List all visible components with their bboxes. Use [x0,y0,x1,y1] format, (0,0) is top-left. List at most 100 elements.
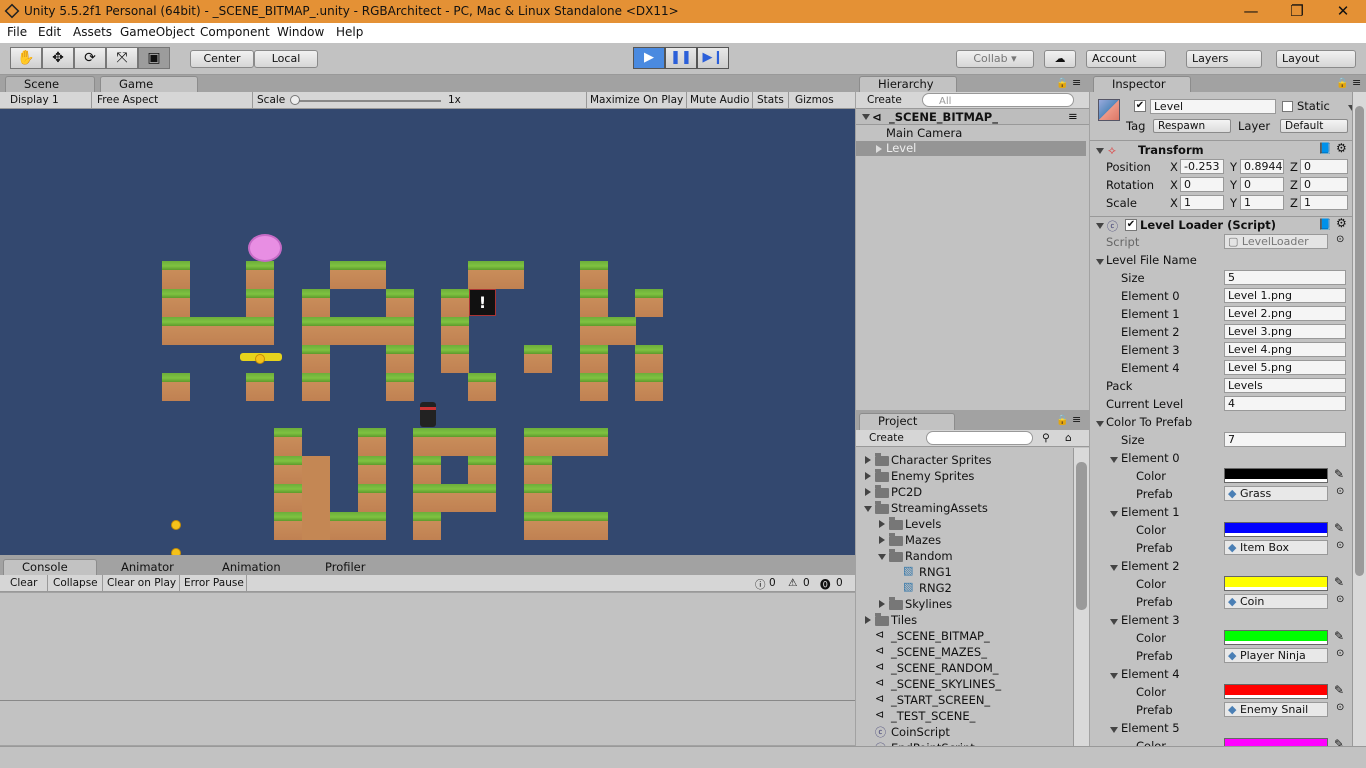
gear-icon[interactable]: ⚙ [1336,141,1347,155]
info-icon[interactable]: ⓘ [755,577,766,592]
field-input[interactable]: Levels [1224,378,1346,393]
field-input[interactable]: Level 5.png [1224,360,1346,375]
layers-dropdown[interactable]: Layers [1186,50,1262,68]
tab-inspector[interactable]: Inspector [1093,76,1191,93]
aspect-dropdown[interactable]: Free Aspect [97,94,158,106]
prefab-object-field[interactable]: ◆ Player Ninja [1224,648,1328,663]
layout-dropdown[interactable]: Layout [1276,50,1356,68]
menu-assets[interactable]: Assets [73,25,112,39]
pivot-center-button[interactable]: Center [190,50,254,68]
transform-value-input[interactable]: 0.8944 [1240,159,1284,174]
hierarchy-item-main-camera[interactable]: Main Camera [886,126,962,140]
color-swatch[interactable] [1224,576,1328,591]
active-checkbox[interactable]: ✔ [1134,100,1146,112]
field-input[interactable]: Level 2.png [1224,306,1346,321]
hierarchy-scene-row[interactable]: ⊲ _SCENE_BITMAP_ ≡ [856,109,1089,125]
inspector-scrollbar[interactable] [1352,92,1366,746]
panel-menu-icon[interactable]: ≡ [1352,76,1361,89]
close-button[interactable]: ✕ [1320,0,1366,23]
project-item[interactable]: ⊲ _START_SCREEN_ [856,692,1071,708]
hierarchy-create-dropdown[interactable]: Create [867,94,902,106]
collapse-arrow-icon[interactable] [1096,259,1104,265]
tab-project[interactable]: Project [859,413,955,430]
field-input[interactable]: 5 [1224,270,1346,285]
hierarchy-item-level-row[interactable]: Level [856,141,1086,156]
prefab-object-field[interactable]: ◆ Grass [1224,486,1328,501]
project-item[interactable]: ⊲ _SCENE_MAZES_ [856,644,1071,660]
clear-button[interactable]: Clear [10,577,37,589]
field-input[interactable]: 7 [1224,432,1346,447]
cloud-icon[interactable]: ☁ [1044,50,1076,68]
field-input[interactable]: Level 1.png [1224,288,1346,303]
rect-tool-icon[interactable]: ▣ [138,47,170,69]
project-item[interactable]: Character Sprites [856,452,1071,468]
expand-arrow-icon[interactable] [865,456,871,464]
rotate-tool-icon[interactable]: ⟳ [74,47,106,69]
account-dropdown[interactable]: Account [1086,50,1166,68]
expand-arrow-icon[interactable] [865,488,871,496]
transform-value-input[interactable]: 0 [1240,177,1284,192]
menu-edit[interactable]: Edit [38,25,61,39]
gear-icon[interactable]: ⚙ [1336,216,1347,230]
eyedropper-icon[interactable]: ✎ [1334,683,1344,697]
project-item[interactable]: Random [856,548,1071,564]
eyedropper-icon[interactable]: ✎ [1334,575,1344,589]
prefab-object-field[interactable]: ◆ Enemy Snail [1224,702,1328,717]
collapse-arrow-icon[interactable] [878,554,886,560]
transform-value-input[interactable]: 1 [1300,195,1348,210]
project-item[interactable]: ⊲ _SCENE_BITMAP_ [856,628,1071,644]
display-dropdown[interactable]: Display 1 [10,94,59,106]
color-swatch[interactable] [1224,684,1328,699]
expand-arrow-icon[interactable] [879,536,885,544]
project-item[interactable]: Enemy Sprites [856,468,1071,484]
inspector-scrollbar-thumb[interactable] [1355,106,1364,576]
eyedropper-icon[interactable]: ✎ [1334,629,1344,643]
menu-help[interactable]: Help [336,25,363,39]
pause-button[interactable]: ❚❚ [665,47,697,69]
object-picker-icon[interactable]: ⊙ [1336,540,1344,551]
field-input[interactable]: Level 4.png [1224,342,1346,357]
collapse-arrow-icon[interactable] [1096,421,1104,427]
object-picker-icon[interactable]: ⊙ [1336,486,1344,497]
tab-animator[interactable]: Animator [102,559,198,576]
project-item[interactable]: Levels [856,516,1071,532]
game-view[interactable]: ! [0,109,855,555]
color-swatch[interactable] [1224,522,1328,537]
transform-value-input[interactable]: 0 [1180,177,1224,192]
project-item[interactable]: Tiles [856,612,1071,628]
lock-icon[interactable]: 🔒 [1336,78,1348,89]
panel-menu-icon[interactable]: ≡ [1072,413,1081,426]
tab-game[interactable]: Game [100,76,198,93]
project-create-dropdown[interactable]: Create [869,432,904,444]
help-icon[interactable]: 📘 [1318,218,1332,231]
minimize-button[interactable]: — [1228,0,1274,23]
project-scrollbar-thumb[interactable] [1076,462,1087,610]
maximize-on-play-toggle[interactable]: Maximize On Play [590,94,683,106]
field-input[interactable]: Level 3.png [1224,324,1346,339]
hierarchy-search-input[interactable]: All [922,93,1074,107]
move-tool-icon[interactable]: ✥ [42,47,74,69]
error-icon[interactable]: ⓿ [820,577,831,592]
static-checkbox[interactable] [1282,101,1293,112]
eyedropper-icon[interactable]: ✎ [1334,467,1344,481]
console-log[interactable] [0,593,855,745]
object-picker-icon[interactable]: ⊙ [1336,234,1344,245]
object-picker-icon[interactable]: ⊙ [1336,702,1344,713]
scene-menu-icon[interactable]: ≡ [1068,109,1078,123]
collapse-arrow-icon[interactable] [1110,727,1118,733]
project-item[interactable]: ⊲ _SCENE_RANDOM_ [856,660,1071,676]
script-enabled-checkbox[interactable]: ✔ [1125,219,1137,231]
prefab-object-field[interactable]: ◆ Item Box [1224,540,1328,555]
tab-animation[interactable]: Animation [203,559,303,576]
pivot-local-button[interactable]: Local [254,50,318,68]
expand-arrow-icon[interactable] [865,472,871,480]
hand-tool-icon[interactable]: ✋ [10,47,42,69]
panel-menu-icon[interactable]: ≡ [1072,76,1081,89]
restore-button[interactable]: ❐ [1274,0,1320,23]
expand-arrow-icon[interactable] [879,600,885,608]
step-button[interactable]: ▶❙ [697,47,729,69]
tag-dropdown[interactable]: Respawn [1153,119,1231,133]
scale-slider[interactable] [293,100,441,102]
scale-slider-thumb[interactable] [290,95,300,105]
error-pause-button[interactable]: Error Pause [184,577,244,589]
